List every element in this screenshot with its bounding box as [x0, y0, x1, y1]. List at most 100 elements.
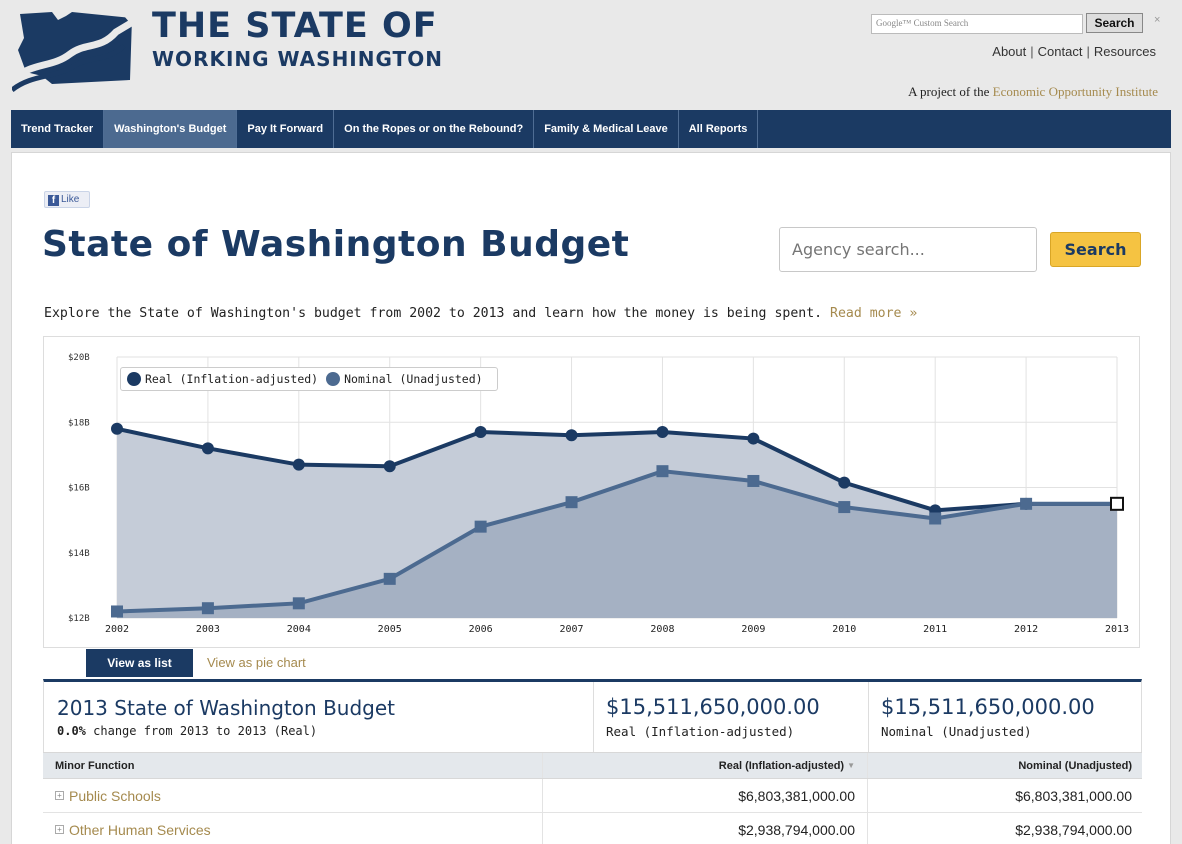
google-custom-search-input[interactable]: Google™ Custom Search: [871, 14, 1083, 34]
table-row[interactable]: + Public Schools $6,803,381,000.00 $6,803…: [43, 779, 1142, 813]
about-link[interactable]: About: [992, 44, 1026, 59]
data-point-nominal: [474, 520, 487, 533]
col-header-nominal[interactable]: Nominal (Unadjusted): [868, 753, 1142, 778]
link-separator: |: [1030, 44, 1034, 59]
x-tick-label: 2013: [1105, 624, 1129, 635]
nav-item-on-the-ropes[interactable]: On the Ropes or on the Rebound?: [334, 110, 535, 148]
col-header-minor-function[interactable]: Minor Function: [43, 753, 543, 778]
like-label: Like: [61, 194, 80, 205]
summary-real-label: Real (Inflation-adjusted): [606, 724, 795, 739]
x-tick-label: 2007: [559, 624, 583, 635]
legend-item-real[interactable]: Real (Inflation-adjusted): [127, 372, 318, 386]
x-tick-label: 2011: [923, 624, 947, 635]
data-point-real: [565, 429, 578, 442]
x-tick-label: 2002: [105, 624, 129, 635]
summary-nominal-col: $15,511,650,000.00 Nominal (Unadjusted): [869, 682, 1141, 752]
col-header-minor-function-label: Minor Function: [55, 759, 135, 772]
eoi-link[interactable]: Economic Opportunity Institute: [993, 84, 1158, 99]
contact-link[interactable]: Contact: [1038, 44, 1083, 59]
agency-search-input[interactable]: [779, 227, 1037, 272]
x-tick-label: 2009: [741, 624, 765, 635]
legend-label-real: Real (Inflation-adjusted): [145, 372, 319, 386]
legend-label-nominal: Nominal (Unadjusted): [344, 372, 483, 386]
logo-title-line2[interactable]: WORKING WASHINGTON: [152, 47, 443, 71]
summary-change-text: change from 2013 to 2013 (Real): [93, 724, 318, 738]
x-tick-label: 2004: [287, 624, 311, 635]
summary-title-col: 2013 State of Washington Budget 0.0% cha…: [44, 682, 594, 752]
summary-real-amount: $15,511,650,000.00: [606, 695, 820, 719]
col-header-real[interactable]: Real (Inflation-adjusted) ▼: [543, 753, 868, 778]
summary-nominal-label: Nominal (Unadjusted): [881, 724, 1032, 739]
clear-search-icon[interactable]: ×: [1154, 14, 1160, 26]
resources-link[interactable]: Resources: [1094, 44, 1156, 59]
read-more-link[interactable]: Read more »: [830, 306, 917, 321]
summary-title: 2013 State of Washington Budget: [57, 696, 396, 720]
data-point-nominal: [111, 605, 123, 618]
summary-real-col: $15,511,650,000.00 Real (Inflation-adjus…: [594, 682, 869, 752]
data-point-real: [747, 432, 760, 445]
nav-item-washingtons-budget[interactable]: Washington's Budget: [104, 110, 238, 148]
legend-dot-real: [127, 372, 141, 386]
nav-item-trend-tracker[interactable]: Trend Tracker: [11, 110, 105, 148]
y-tick-label: $12B: [68, 614, 90, 624]
washington-state-logo-icon[interactable]: [12, 10, 142, 92]
row-function-label[interactable]: Other Human Services: [69, 822, 211, 838]
data-point-real: [292, 458, 305, 471]
google-search-button[interactable]: Search: [1086, 13, 1143, 33]
data-point-real: [201, 442, 214, 455]
expand-icon[interactable]: +: [55, 825, 64, 834]
tab-view-as-list[interactable]: View as list: [86, 649, 193, 677]
y-tick-label: $14B: [68, 549, 90, 559]
link-separator: |: [1086, 44, 1090, 59]
legend-item-nominal[interactable]: Nominal (Unadjusted): [326, 372, 483, 386]
facebook-icon: f: [48, 195, 59, 206]
nav-item-family-medical-leave[interactable]: Family & Medical Leave: [534, 110, 679, 148]
site-header: THE STATE OF WORKING WASHINGTON Google™ …: [0, 0, 1182, 108]
budget-table: Minor Function Real (Inflation-adjusted)…: [43, 752, 1142, 844]
summary-change: 0.0% change from 2013 to 2013 (Real): [57, 724, 317, 738]
data-point-nominal: [747, 474, 760, 487]
logo-title-line1[interactable]: THE STATE OF: [152, 6, 438, 46]
summary-nominal-amount: $15,511,650,000.00: [881, 695, 1095, 719]
x-tick-label: 2005: [378, 624, 402, 635]
data-point-nominal-highlighted: [1110, 496, 1124, 511]
project-credit-prefix: A project of the: [908, 84, 990, 99]
summary-change-value: 0.0%: [57, 724, 86, 738]
x-tick-label: 2008: [650, 624, 674, 635]
expand-icon[interactable]: +: [55, 791, 64, 800]
data-point-nominal: [929, 512, 942, 525]
y-tick-label: $18B: [68, 418, 90, 428]
nav-item-all-reports[interactable]: All Reports: [679, 110, 759, 148]
data-point-real: [111, 422, 123, 435]
row-function-name[interactable]: + Public Schools: [43, 779, 543, 812]
agency-search-button[interactable]: Search: [1050, 232, 1141, 267]
x-tick-label: 2006: [469, 624, 493, 635]
facebook-like-button[interactable]: f Like: [44, 191, 90, 208]
row-real-value: $6,803,381,000.00: [543, 779, 868, 812]
data-point-nominal: [292, 597, 305, 610]
data-point-nominal: [656, 465, 669, 478]
budget-chart: $12B $14B $16B $18B $20B 2002 2003 2004 2005 2006…: [43, 336, 1140, 648]
row-function-name[interactable]: + Other Human Services: [43, 813, 543, 844]
project-credit: A project of the Economic Opportunity In…: [908, 84, 1158, 100]
data-point-nominal: [383, 572, 396, 585]
row-nominal-value: $2,938,794,000.00: [1015, 821, 1132, 838]
intro-text: Explore the State of Washington's budget…: [44, 306, 917, 321]
page-title: State of Washington Budget: [42, 224, 630, 265]
tab-view-as-pie-chart[interactable]: View as pie chart: [207, 649, 306, 677]
chart-legend: Real (Inflation-adjusted) Nominal (Unadju…: [120, 367, 498, 391]
data-point-real: [838, 476, 851, 489]
data-point-real: [656, 426, 669, 439]
x-tick-label: 2010: [832, 624, 856, 635]
y-tick-label: $20B: [68, 353, 90, 363]
row-nominal-value: $6,803,381,000.00: [1015, 787, 1132, 804]
nav-item-pay-it-forward[interactable]: Pay It Forward: [237, 110, 335, 148]
table-row[interactable]: + Other Human Services $2,938,794,000.00 …: [43, 813, 1142, 844]
data-point-nominal: [565, 496, 578, 509]
data-point-nominal: [838, 501, 851, 514]
main-nav: Trend Tracker Washington's Budget Pay It…: [11, 110, 1171, 148]
row-function-label[interactable]: Public Schools: [69, 788, 161, 804]
budget-summary: 2013 State of Washington Budget 0.0% cha…: [43, 679, 1142, 752]
col-header-real-label: Real (Inflation-adjusted): [718, 759, 845, 772]
top-links: About | Contact | Resources: [992, 44, 1156, 59]
